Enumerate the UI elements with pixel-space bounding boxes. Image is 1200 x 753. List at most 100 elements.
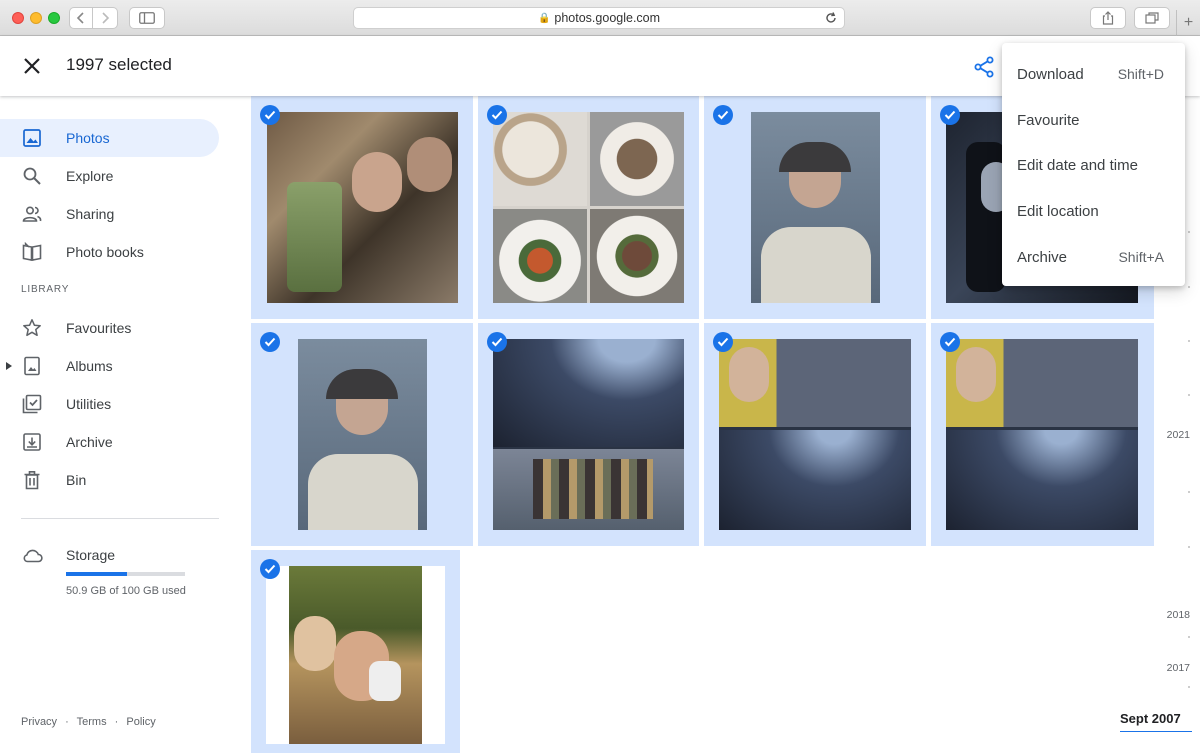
photo-thumbnail [298, 339, 427, 530]
sidebar-item-label: Bin [66, 472, 87, 488]
menu-item-shortcut: Shift+D [1117, 66, 1164, 82]
menu-item-favourite[interactable]: Favourite [1002, 97, 1185, 143]
selected-check-icon[interactable] [487, 332, 507, 352]
expand-arrow-icon[interactable] [6, 362, 12, 370]
timeline-year[interactable]: 2018 [1167, 609, 1190, 621]
photo-thumbnail [751, 112, 880, 303]
sidebar-item-label: Albums [66, 358, 113, 374]
photo-thumbnail [946, 339, 1138, 530]
photo-tile[interactable] [704, 96, 926, 319]
timeline-dot [1188, 686, 1190, 688]
tabs-overview-button[interactable] [1134, 7, 1170, 29]
current-date-label: Sept 2007 [1120, 711, 1181, 726]
sidebar-item-label: Favourites [66, 320, 132, 336]
terms-link[interactable]: Terms [77, 716, 107, 728]
photo-tile[interactable] [251, 96, 473, 319]
new-tab-button[interactable]: + [1176, 10, 1200, 36]
back-button[interactable] [69, 7, 93, 29]
search-icon [23, 167, 41, 185]
storage-progress-fill [66, 572, 127, 576]
timeline-dot [1188, 231, 1190, 233]
policy-link[interactable]: Policy [126, 716, 155, 728]
people-icon [22, 206, 42, 222]
selection-count: 1997 selected [66, 55, 172, 74]
sidebar-item-bin[interactable]: Bin [0, 461, 219, 499]
menu-item-label: Archive [1017, 248, 1068, 266]
menu-item-archive[interactable]: Archive Shift+A [1002, 234, 1185, 280]
sidebar-item-label: Explore [66, 168, 114, 184]
close-icon[interactable] [20, 54, 44, 78]
tabs-icon [1145, 12, 1159, 24]
sidebar-item-label: Utilities [66, 396, 112, 412]
cloud-icon [23, 549, 43, 563]
selected-check-icon[interactable] [940, 332, 960, 352]
sidebar-item-label: Photos [66, 130, 110, 146]
sidebar-item-label: Archive [66, 434, 113, 450]
menu-item-label: Download [1017, 65, 1084, 83]
archive-icon [23, 433, 41, 451]
reload-icon[interactable] [824, 11, 838, 25]
share-icon[interactable] [972, 55, 996, 79]
book-icon [22, 242, 42, 261]
footer-links: Privacy · Terms · Policy [21, 716, 161, 728]
menu-item-edit-location[interactable]: Edit location [1002, 188, 1185, 234]
selected-check-icon[interactable] [713, 332, 733, 352]
timeline-dot [1188, 340, 1190, 342]
timeline-dot [1188, 636, 1190, 638]
privacy-link[interactable]: Privacy [21, 716, 57, 728]
browser-toolbar: 🔒 photos.google.com + [0, 0, 1200, 36]
menu-item-download[interactable]: Download Shift+D [1002, 51, 1185, 97]
photo-tile[interactable] [704, 323, 926, 546]
sidebar-item-photos[interactable]: Photos [0, 119, 219, 157]
sidebar-item-favourites[interactable]: Favourites [0, 309, 219, 347]
forward-button[interactable] [93, 7, 118, 29]
photo-tile[interactable] [931, 323, 1154, 546]
address-bar[interactable]: 🔒 photos.google.com [353, 7, 845, 29]
photo-tile[interactable] [478, 96, 699, 319]
menu-item-label: Edit date and time [1017, 156, 1138, 174]
selected-check-icon[interactable] [940, 105, 960, 125]
url-text: photos.google.com [554, 11, 661, 25]
sidebar-item-archive[interactable]: Archive [0, 423, 219, 461]
timeline-year[interactable]: 2017 [1167, 662, 1190, 674]
minimize-window-button[interactable] [30, 12, 42, 24]
sidebar-icon [139, 12, 155, 24]
zoom-window-button[interactable] [48, 12, 60, 24]
sidebar-item-explore[interactable]: Explore [0, 157, 219, 195]
timeline-year[interactable]: 2021 [1167, 429, 1190, 441]
photo-tile[interactable] [251, 323, 473, 546]
share-page-button[interactable] [1090, 7, 1126, 29]
sidebar-item-utilities[interactable]: Utilities [0, 385, 219, 423]
trash-icon [24, 471, 40, 490]
photo-tile[interactable] [478, 323, 699, 546]
photo-thumbnail [267, 112, 458, 303]
share-sheet-icon [1102, 11, 1114, 25]
storage-title[interactable]: Storage [66, 547, 115, 563]
photo-icon [23, 129, 41, 147]
album-icon [24, 356, 40, 376]
menu-item-label: Edit location [1017, 202, 1099, 220]
selected-check-icon[interactable] [713, 105, 733, 125]
menu-item-shortcut: Shift+A [1118, 249, 1164, 265]
sidebar-item-photo-books[interactable]: Photo books [0, 233, 219, 271]
sidebar-item-sharing[interactable]: Sharing [0, 195, 219, 233]
current-date-marker [1120, 731, 1192, 732]
sidebar-item-albums[interactable]: Albums [0, 347, 219, 385]
sidebar-divider [21, 518, 219, 519]
photo-tile[interactable] [251, 550, 460, 753]
selected-check-icon[interactable] [260, 105, 280, 125]
sidebar-item-label: Sharing [66, 206, 115, 222]
selected-check-icon[interactable] [487, 105, 507, 125]
timeline-dot [1188, 394, 1190, 396]
separator-dot: · [114, 716, 119, 728]
utilities-icon [22, 394, 42, 414]
lock-icon: 🔒 [537, 12, 551, 24]
chevron-right-icon [102, 12, 110, 24]
selected-check-icon[interactable] [260, 559, 280, 579]
chevron-left-icon [76, 12, 84, 24]
selected-check-icon[interactable] [260, 332, 280, 352]
menu-item-edit-date-time[interactable]: Edit date and time [1002, 142, 1185, 188]
close-window-button[interactable] [12, 12, 24, 24]
sidebar-toggle-button[interactable] [129, 7, 165, 29]
more-options-menu: Download Shift+D Favourite Edit date and… [1002, 43, 1185, 286]
